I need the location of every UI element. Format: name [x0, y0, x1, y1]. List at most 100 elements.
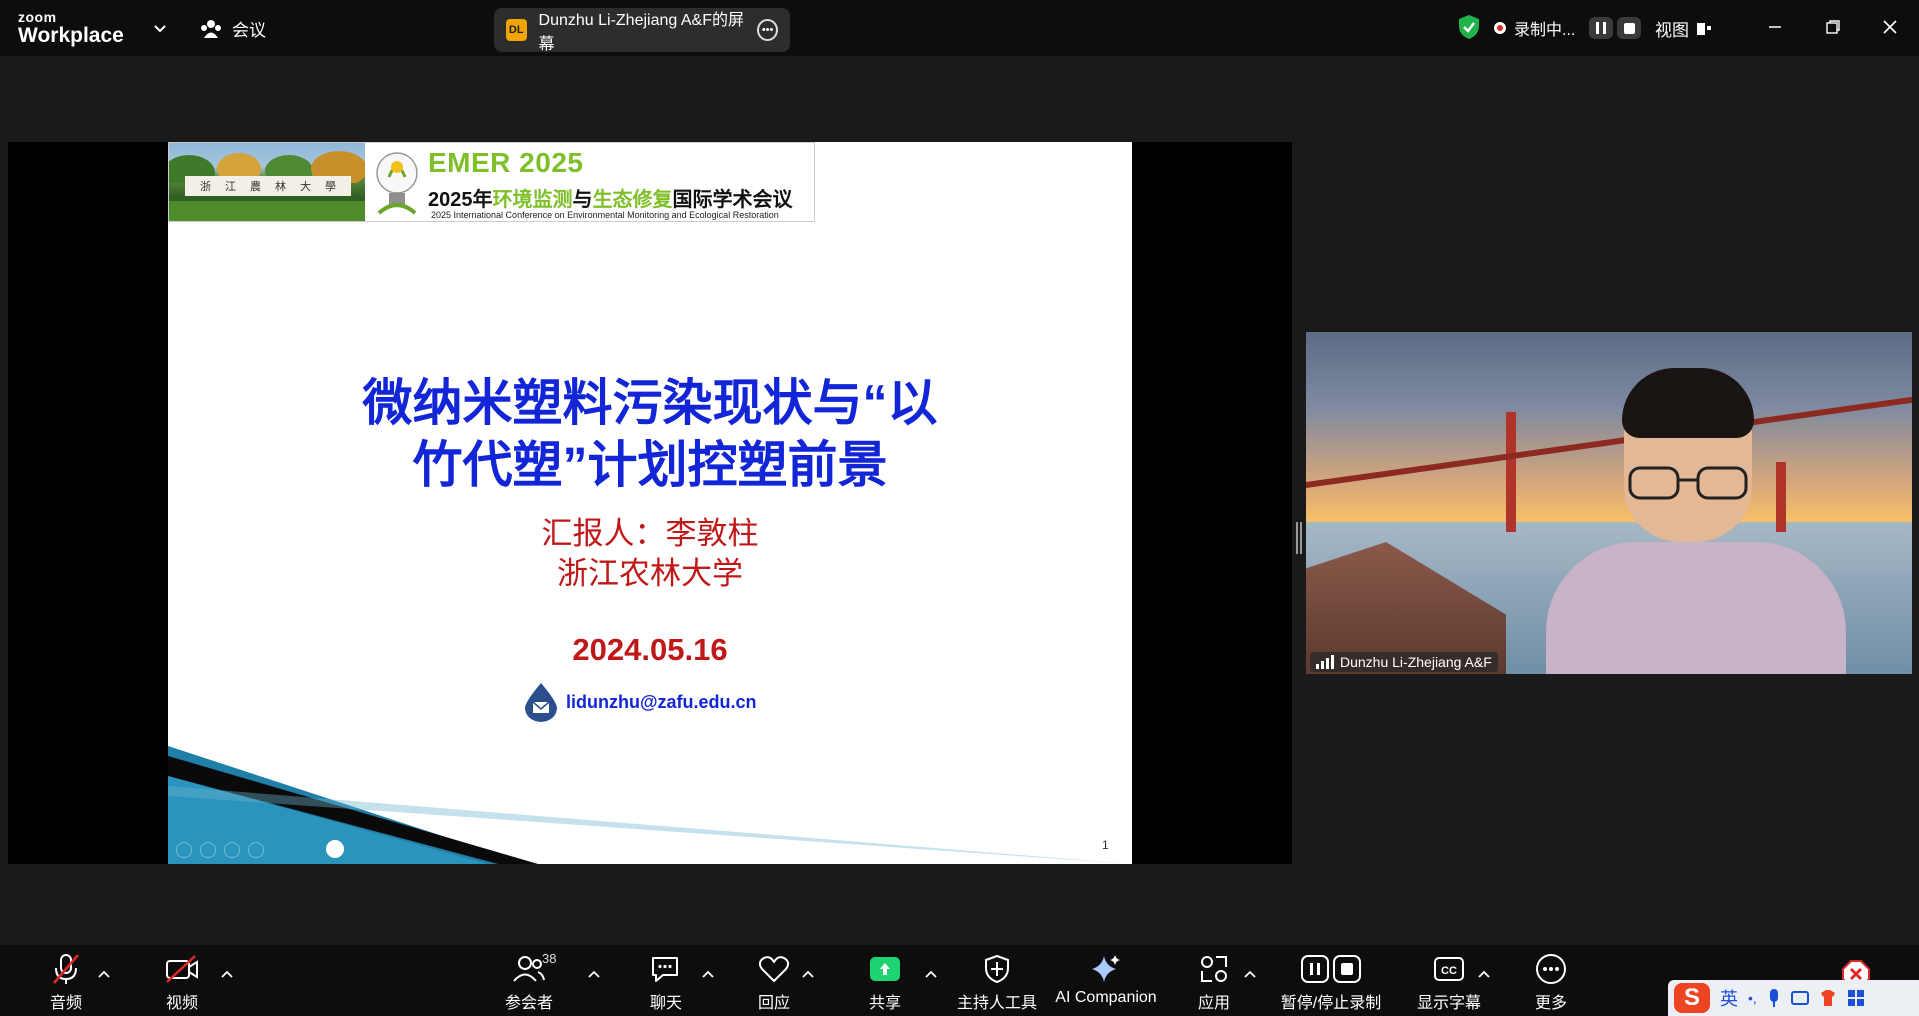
input-method-toolbar[interactable]: S 英 •, — [1668, 980, 1919, 1016]
sign-char: 學 — [325, 180, 336, 193]
sign-char: 農 — [250, 180, 261, 193]
pause-stop-recording-icon — [1301, 955, 1361, 983]
slide-prev-icon[interactable] — [176, 842, 192, 858]
screen-share-banner[interactable]: DL Dunzhu Li-Zhejiang A&F的屏幕 ••• — [494, 8, 790, 53]
audio-label: 音频 — [49, 995, 82, 1012]
view-layout-icon — [1697, 22, 1711, 35]
share-label: 共享 — [868, 995, 901, 1012]
slide-presenter-info: 汇报人：李敦柱 浙江农林大学 — [168, 514, 1132, 594]
ime-punctuation-icon[interactable]: •, — [1748, 990, 1757, 1006]
captions-label: 显示字幕 — [1416, 995, 1481, 1012]
restore-button[interactable] — [1818, 12, 1848, 42]
slide-title-line1: 微纳米塑料污染现状与“以 — [362, 375, 938, 431]
banner-cn-part: 与 — [572, 189, 593, 211]
host-tools-label: 主持人工具 — [956, 995, 1037, 1012]
resize-handle[interactable] — [1296, 522, 1302, 554]
participants-options-chevron-icon[interactable] — [586, 967, 602, 983]
meetings-button[interactable]: 会议 — [200, 16, 266, 41]
presentation-slide: 浙 江 農 林 大 學 EMER 2025 2025年环境监测与生态修复国际学术… — [168, 142, 1132, 864]
close-button[interactable] — [1875, 12, 1905, 42]
host-tools-button[interactable]: 主持人工具 — [942, 951, 1052, 1013]
meetings-label: 会议 — [232, 21, 266, 40]
security-shield-icon[interactable] — [1457, 14, 1481, 40]
captions-options-chevron-icon[interactable] — [1476, 967, 1492, 983]
slide-email-text: lidunzhu@zafu.edu.cn — [566, 691, 757, 712]
more-button[interactable]: 更多 — [1496, 951, 1606, 1013]
stop-recording-button[interactable] — [1617, 17, 1642, 39]
ime-toolbox-icon[interactable] — [1847, 989, 1865, 1007]
zoom-workplace-logo: zoom Workplace — [18, 10, 124, 48]
view-label: 视图 — [1655, 21, 1689, 40]
logo-big-text: Workplace — [18, 24, 124, 47]
ime-language[interactable]: 英 — [1720, 985, 1738, 1011]
sign-char: 江 — [225, 180, 236, 193]
slide-reporter: 汇报人：李敦柱 — [541, 516, 759, 551]
apps-options-chevron-icon[interactable] — [1242, 967, 1258, 983]
pause-recording-button[interactable] — [1589, 17, 1614, 39]
restore-icon — [1826, 20, 1840, 34]
person-body — [1546, 542, 1846, 674]
sogou-logo-icon: S — [1674, 983, 1710, 1013]
sign-char: 大 — [300, 180, 311, 193]
sharer-avatar: DL — [506, 19, 527, 41]
audio-options-chevron-icon[interactable] — [96, 967, 112, 983]
participant-person — [1546, 368, 1846, 674]
participants-button[interactable]: 38 参会者 — [474, 951, 584, 1013]
banner-cn-part: 环境监测 — [492, 189, 573, 211]
apps-icon — [1201, 956, 1227, 982]
slide-menu-icon[interactable] — [248, 842, 264, 858]
slide-nav-tools[interactable] — [176, 842, 264, 858]
slide-page-number: 1 — [1102, 838, 1109, 852]
slide-next-icon[interactable] — [200, 842, 216, 858]
banner-cn-part: 2025年 — [428, 189, 493, 211]
conference-banner: 浙 江 農 林 大 學 EMER 2025 2025年环境监测与生态修复国际学术… — [168, 142, 815, 222]
chat-options-chevron-icon[interactable] — [700, 967, 716, 983]
logo-small-text: zoom — [18, 9, 57, 25]
email-drop-icon — [525, 683, 557, 722]
close-icon — [1883, 20, 1897, 34]
svg-text:CC: CC — [1441, 965, 1457, 977]
view-button[interactable]: 视图 — [1655, 16, 1711, 41]
more-label: 更多 — [1534, 995, 1567, 1012]
ai-companion-label: AI Companion — [1055, 989, 1157, 1006]
slide-camera-icon[interactable] — [326, 840, 344, 858]
chat-icon — [652, 957, 678, 982]
ime-skin-icon[interactable] — [1819, 989, 1837, 1007]
share-screen-icon — [870, 957, 900, 981]
banner-title: EMER 2025 — [428, 147, 584, 178]
signal-strength-icon — [1316, 655, 1334, 669]
minimize-button[interactable] — [1760, 12, 1790, 42]
video-label: 视频 — [165, 995, 198, 1012]
university-sign: 浙 江 農 林 大 學 — [185, 176, 351, 196]
campus-photo: 浙 江 農 林 大 學 — [169, 143, 365, 221]
sign-char: 林 — [275, 180, 286, 193]
banner-cn-part: 国际学术会议 — [672, 189, 793, 211]
participant-name-tag: Dunzhu Li-Zhejiang A&F — [1310, 652, 1498, 672]
host-shield-icon — [985, 954, 1009, 984]
more-icon — [1536, 954, 1566, 984]
recording-dot-icon — [1494, 22, 1506, 34]
chevron-down-icon[interactable] — [150, 18, 170, 38]
banner-cn-part: 生态修复 — [592, 189, 673, 211]
meetings-icon — [201, 19, 221, 38]
slide-pen-icon[interactable] — [224, 842, 240, 858]
glasses-icon — [1628, 466, 1748, 500]
stop-icon — [1623, 22, 1635, 34]
share-options-chevron-icon[interactable] — [923, 967, 939, 983]
ime-keyboard-icon[interactable] — [1790, 990, 1809, 1006]
video-options-chevron-icon[interactable] — [219, 967, 235, 983]
slide-email: lidunzhu@zafu.edu.cn — [524, 682, 757, 722]
minimize-icon — [1769, 26, 1781, 28]
reactions-options-chevron-icon[interactable] — [800, 967, 816, 983]
participant-video-tile[interactable]: Dunzhu Li-Zhejiang A&F — [1306, 332, 1912, 674]
banner-english-title: 2025 International Conference on Environ… — [431, 210, 779, 220]
meeting-toolbar: 音频 视频 38 参会者 聊天 回应 共享 主持人工具 AI Companion… — [0, 945, 1919, 1016]
ime-mic-icon[interactable] — [1767, 988, 1781, 1008]
pause-stop-recording-button[interactable]: 暂停/停止录制 — [1276, 951, 1386, 1013]
ai-companion-button[interactable]: AI Companion — [1051, 951, 1161, 1007]
more-options-icon[interactable]: ••• — [757, 19, 778, 41]
reactions-label: 回应 — [757, 995, 790, 1012]
banner-chinese-title: 2025年环境监测与生态修复国际学术会议 — [428, 183, 793, 212]
pause-icon — [1596, 22, 1607, 34]
participant-name: Dunzhu Li-Zhejiang A&F — [1340, 654, 1492, 670]
